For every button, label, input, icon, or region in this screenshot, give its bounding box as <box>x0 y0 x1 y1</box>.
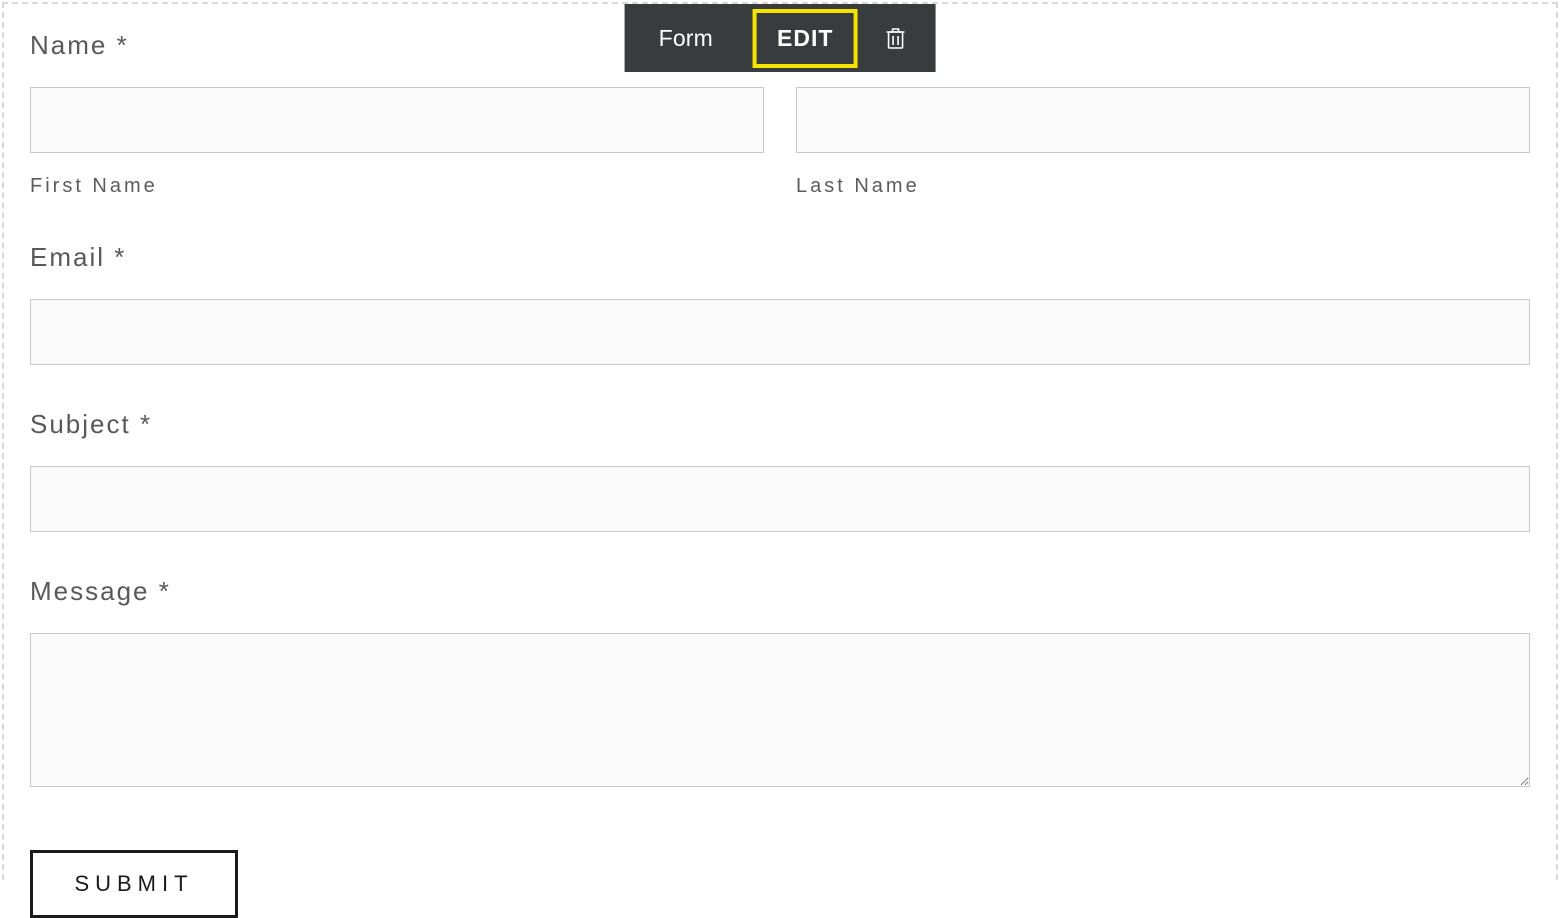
subject-label: Subject * <box>30 409 1530 440</box>
submit-button[interactable]: SUBMIT <box>30 850 238 918</box>
email-input[interactable] <box>30 299 1530 365</box>
message-group: Message * <box>30 576 1530 792</box>
trash-icon <box>885 26 905 50</box>
block-toolbar: Form EDIT <box>625 4 936 72</box>
delete-button[interactable] <box>863 4 935 72</box>
first-name-input[interactable] <box>30 87 764 153</box>
email-group: Email * <box>30 242 1530 365</box>
last-name-input[interactable] <box>796 87 1530 153</box>
first-name-sublabel: First Name <box>30 175 764 198</box>
subject-group: Subject * <box>30 409 1530 532</box>
message-label: Message * <box>30 576 1530 607</box>
subject-input[interactable] <box>30 466 1530 532</box>
edit-button-wrap: EDIT <box>747 4 863 72</box>
edit-button[interactable]: EDIT <box>753 9 857 68</box>
email-label: Email * <box>30 242 1530 273</box>
last-name-sublabel: Last Name <box>796 175 1530 198</box>
message-textarea[interactable] <box>30 633 1530 787</box>
form-canvas: Form EDIT Name * First Name <box>2 2 1558 880</box>
block-type-label: Form <box>625 4 747 72</box>
